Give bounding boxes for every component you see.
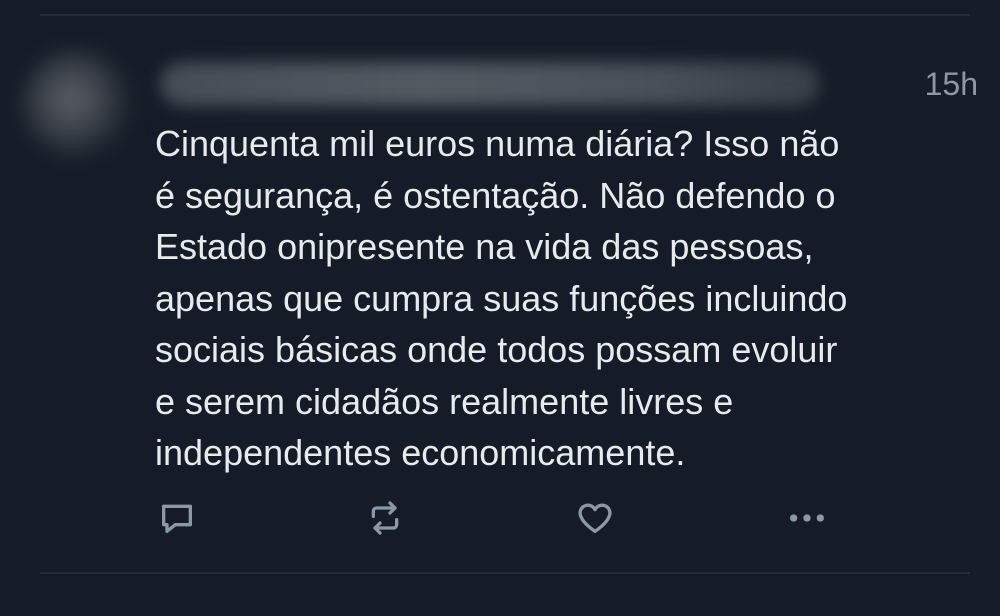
action-bar bbox=[0, 496, 1000, 546]
reply-icon bbox=[162, 504, 192, 533]
reply-button[interactable] bbox=[155, 496, 199, 540]
author-name-blurred[interactable] bbox=[160, 62, 820, 106]
more-icon bbox=[790, 514, 824, 522]
timestamp[interactable]: 15h bbox=[925, 66, 978, 103]
like-button[interactable] bbox=[573, 496, 617, 540]
tweet-text: Cinquenta mil euros numa diária? Isso nã… bbox=[155, 123, 848, 473]
retweet-button[interactable] bbox=[363, 496, 407, 540]
retweet-icon bbox=[371, 501, 399, 535]
more-button[interactable] bbox=[785, 496, 829, 540]
bottom-divider bbox=[40, 572, 970, 574]
top-divider bbox=[40, 14, 970, 16]
like-icon bbox=[578, 503, 612, 533]
avatar[interactable] bbox=[22, 50, 132, 160]
